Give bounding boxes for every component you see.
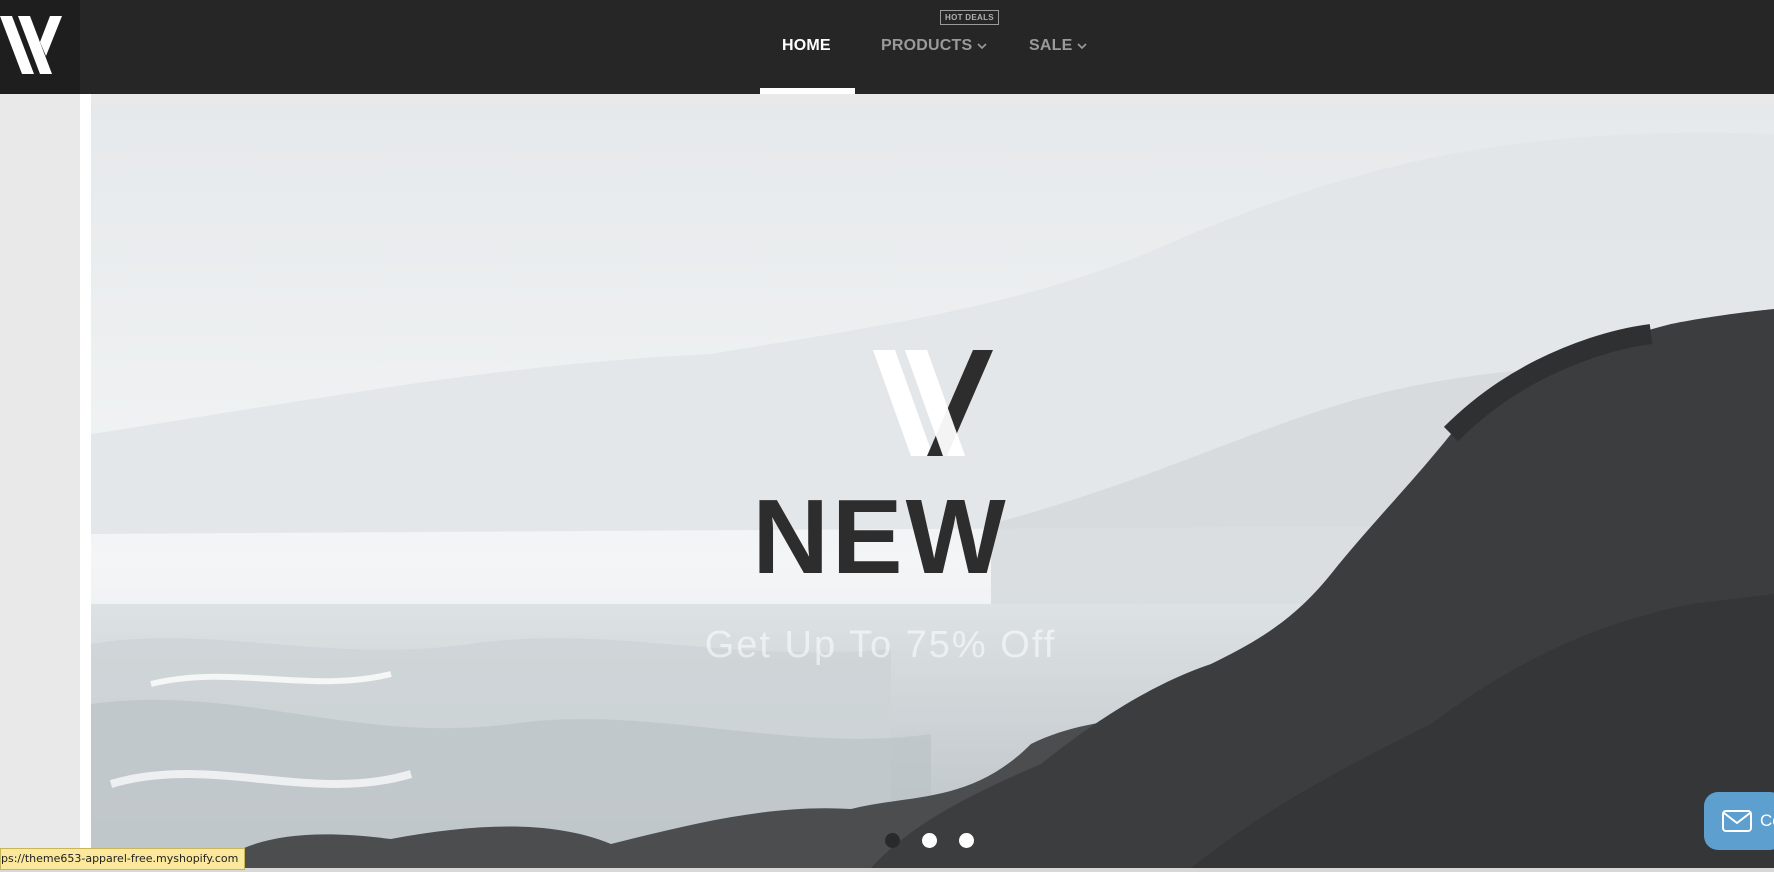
hot-deals-badge: HOT DEALS bbox=[940, 10, 999, 25]
slide-dot-2[interactable] bbox=[922, 833, 937, 848]
nav-sale-label: SALE bbox=[1029, 37, 1073, 54]
contact-button[interactable]: Co bbox=[1704, 792, 1774, 850]
status-url-tooltip: ps://theme653-apparel-free.myshopify.com bbox=[0, 848, 246, 870]
bottom-strip bbox=[0, 868, 1774, 872]
nav-products[interactable]: PRODUCTS bbox=[881, 36, 987, 56]
hero-logo-icon bbox=[873, 350, 993, 456]
slide-dot-1[interactable] bbox=[885, 833, 900, 848]
nav-products-label: PRODUCTS bbox=[881, 37, 973, 54]
hero-subtitle: Get Up To 75% Off bbox=[704, 624, 1057, 666]
nav-active-indicator bbox=[760, 88, 855, 94]
rail-divider bbox=[80, 94, 91, 872]
hero-title: NEW bbox=[752, 478, 1009, 596]
nav-home[interactable]: HOME bbox=[782, 36, 831, 56]
nav-sale[interactable]: SALE bbox=[1029, 36, 1088, 56]
slide-dot-3[interactable] bbox=[959, 833, 974, 848]
main-nav: HOT DEALS HOME PRODUCTS SALE bbox=[0, 0, 1774, 94]
slider-pagination bbox=[885, 833, 974, 848]
chevron-down-icon bbox=[1077, 43, 1088, 49]
chevron-down-icon bbox=[977, 43, 987, 49]
contact-label: Co bbox=[1760, 811, 1774, 830]
nav-home-label: HOME bbox=[782, 37, 831, 54]
hero-slider[interactable]: NEW Get Up To 75% Off bbox=[91, 104, 1774, 868]
left-rail bbox=[0, 94, 80, 872]
site-header: HOT DEALS HOME PRODUCTS SALE bbox=[0, 0, 1774, 94]
mail-icon bbox=[1722, 810, 1752, 832]
